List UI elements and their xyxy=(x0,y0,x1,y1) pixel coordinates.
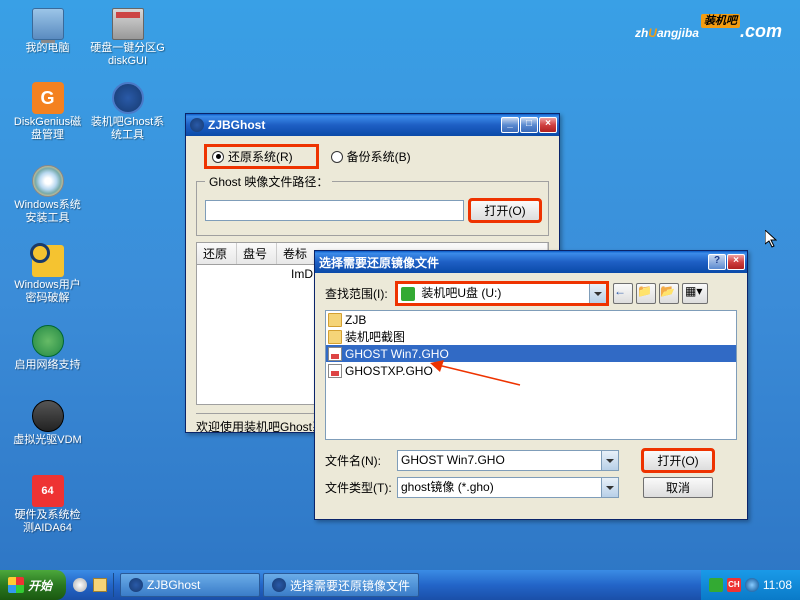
app-icon xyxy=(32,8,64,40)
view-button[interactable]: ▦▾ xyxy=(682,283,708,304)
maximize-button[interactable]: □ xyxy=(520,117,538,133)
close-button[interactable]: × xyxy=(727,254,745,270)
desktop-icon[interactable]: Windows系统安装工具 xyxy=(10,165,85,225)
file-dialog: 选择需要还原镜像文件 ? × 查找范围(I): 装机吧U盘 (U:) ← 📁 📂… xyxy=(314,250,748,520)
icon-label: 虚拟光驱VDM xyxy=(10,434,85,447)
back-button[interactable]: ← xyxy=(613,283,633,304)
file-item[interactable]: GHOST Win7.GHO xyxy=(326,345,736,362)
ghost-title: ZJBGhost xyxy=(208,118,501,132)
drive-icon xyxy=(401,287,415,301)
folder-icon xyxy=(328,313,342,327)
file-icon xyxy=(328,347,342,361)
restore-label: 还原系统(R) xyxy=(228,148,293,165)
icon-label: 装机吧Ghost系统工具 xyxy=(90,116,165,142)
desktop-icon[interactable]: 虚拟光驱VDM xyxy=(10,400,85,447)
desktop-icon[interactable]: 64硬件及系统检测AIDA64 xyxy=(10,475,85,535)
icon-label: 启用网络支持 xyxy=(10,359,85,372)
path-input[interactable] xyxy=(205,200,464,221)
minimize-button[interactable]: _ xyxy=(501,117,519,133)
lang-indicator[interactable]: CH xyxy=(727,578,741,592)
path-fieldset: Ghost 映像文件路径： 打开(O) xyxy=(196,173,549,236)
icon-label: 硬件及系统检测AIDA64 xyxy=(10,509,85,535)
icon-label: DiskGenius磁盘管理 xyxy=(10,116,85,142)
file-name: 装机吧截图 xyxy=(345,328,405,345)
task-button[interactable]: 选择需要还原镜像文件 xyxy=(263,573,419,597)
cursor-icon xyxy=(765,230,777,248)
tray-icon[interactable] xyxy=(745,578,759,592)
backup-label: 备份系统(B) xyxy=(347,148,411,165)
desktop-icon[interactable]: 我的电脑 xyxy=(10,8,85,55)
folder-icon xyxy=(328,330,342,344)
cancel-button[interactable]: 取消 xyxy=(643,477,713,498)
quicklaunch-icon[interactable] xyxy=(93,578,107,592)
app-icon xyxy=(190,118,204,132)
filename-combo[interactable]: GHOST Win7.GHO xyxy=(397,450,619,471)
filetype-label: 文件类型(T): xyxy=(325,479,397,496)
start-button[interactable]: 开始 xyxy=(0,570,66,600)
desktop: zhUangjiba装机吧.com 我的电脑硬盘一键分区GdiskGUIGDis… xyxy=(0,0,800,570)
help-button[interactable]: ? xyxy=(708,254,726,270)
clock[interactable]: 11:08 xyxy=(763,578,792,592)
range-combo[interactable]: 装机吧U盘 (U:) xyxy=(397,283,607,304)
quicklaunch-icon[interactable] xyxy=(73,578,87,592)
desktop-icon[interactable]: 硬盘一键分区GdiskGUI xyxy=(90,8,165,68)
filename-label: 文件名(N): xyxy=(325,452,397,469)
file-icon xyxy=(328,364,342,378)
icon-label: Windows用户密码破解 xyxy=(10,279,85,305)
app-icon xyxy=(32,400,64,432)
file-item[interactable]: 装机吧截图 xyxy=(326,328,736,345)
taskbar: 开始 ZJBGhost 选择需要还原镜像文件 CH 11:08 xyxy=(0,570,800,600)
app-icon xyxy=(32,245,64,277)
range-label: 查找范围(I): xyxy=(325,285,397,302)
file-list[interactable]: ZJB装机吧截图 GHOST Win7.GHO GHOSTXP.GHO xyxy=(325,310,737,440)
desktop-icon[interactable]: 装机吧Ghost系统工具 xyxy=(90,82,165,142)
app-icon xyxy=(112,8,144,40)
app-icon: G xyxy=(32,82,64,114)
file-titlebar[interactable]: 选择需要还原镜像文件 ? × xyxy=(315,251,747,273)
brand-logo: zhUangjiba装机吧.com xyxy=(635,12,782,44)
file-item[interactable]: ZJB xyxy=(326,311,736,328)
backup-radio[interactable] xyxy=(331,151,343,163)
file-name: ZJB xyxy=(345,313,366,327)
icon-label: 我的电脑 xyxy=(10,42,85,55)
desktop-icon[interactable]: Windows用户密码破解 xyxy=(10,245,85,305)
windows-icon xyxy=(8,577,24,593)
file-title: 选择需要还原镜像文件 xyxy=(319,254,708,271)
icon-label: 硬盘一键分区GdiskGUI xyxy=(90,42,165,68)
app-icon xyxy=(32,325,64,357)
ghost-titlebar[interactable]: ZJBGhost _ □ × xyxy=(186,114,559,136)
desktop-icon[interactable]: GDiskGenius磁盘管理 xyxy=(10,82,85,142)
filetype-combo[interactable]: ghost镜像 (*.gho) xyxy=(397,477,619,498)
open-button[interactable]: 打开(O) xyxy=(470,200,540,221)
close-button[interactable]: × xyxy=(539,117,557,133)
path-legend: Ghost 映像文件路径： xyxy=(205,173,332,190)
system-tray: CH 11:08 xyxy=(701,570,800,600)
tray-icon[interactable] xyxy=(709,578,723,592)
restore-radio[interactable] xyxy=(212,151,224,163)
up-button[interactable]: 📁 xyxy=(636,283,656,304)
app-icon xyxy=(32,165,64,197)
open-button[interactable]: 打开(O) xyxy=(643,450,713,471)
icon-label: Windows系统安装工具 xyxy=(10,199,85,225)
task-button[interactable]: ZJBGhost xyxy=(120,573,260,597)
app-icon xyxy=(112,82,144,114)
file-item[interactable]: GHOSTXP.GHO xyxy=(326,362,736,379)
newfolder-button[interactable]: 📂 xyxy=(659,283,679,304)
file-name: GHOSTXP.GHO xyxy=(345,364,433,378)
app-icon: 64 xyxy=(32,475,64,507)
file-name: GHOST Win7.GHO xyxy=(345,347,449,361)
desktop-icon[interactable]: 启用网络支持 xyxy=(10,325,85,372)
